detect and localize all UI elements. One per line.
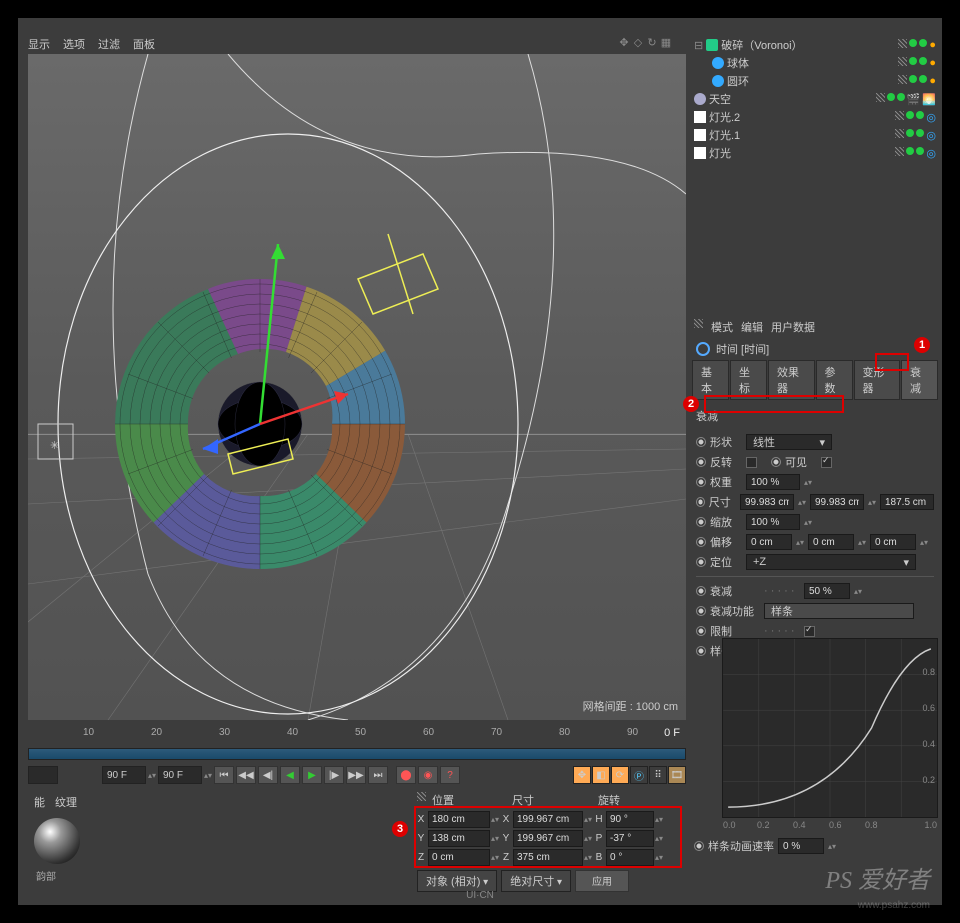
hierarchy-row[interactable]: ⊟ 破碎（Voronoi） ● [690, 36, 940, 54]
apply-button[interactable]: 应用 [575, 870, 629, 892]
orientation-dropdown[interactable]: +Z▾ [746, 554, 916, 570]
play-forward-button[interactable]: ▶ [302, 766, 322, 784]
attr-tab-userdata[interactable]: 用户数据 [771, 319, 815, 335]
grip-icon[interactable] [694, 319, 703, 328]
menu-display[interactable]: 显示 [28, 36, 50, 52]
object-hierarchy: ⊟ 破碎（Voronoi） ● 球体 ● 圆环 ● 天空 🎬🌅 灯光.2 ◎ 灯… [690, 36, 940, 176]
size-mode-dropdown[interactable]: 绝对尺寸 ▾ [501, 870, 571, 892]
timeline-track[interactable] [28, 748, 686, 760]
size-z-field[interactable] [880, 494, 934, 510]
attr-tab-edit[interactable]: 编辑 [741, 319, 763, 335]
scale-tool-icon[interactable]: ◧ [592, 766, 610, 784]
size-y-field[interactable] [810, 494, 864, 510]
visible-checkbox[interactable] [821, 457, 832, 468]
move-tool-icon[interactable]: ✥ [573, 766, 591, 784]
prev-frame-button[interactable]: ◀| [258, 766, 278, 784]
viewport-3d[interactable]: ✳ 网格间距 : 1000 cm [28, 54, 686, 720]
material-preview-sphere[interactable] [34, 818, 80, 864]
hierarchy-row[interactable]: 球体 ● [690, 54, 940, 72]
shape-dropdown[interactable]: 线性▾ [746, 434, 832, 450]
offset-z-field[interactable] [870, 534, 916, 550]
callout-badge-3: 3 [392, 821, 408, 837]
play-backward-button[interactable]: ◀ [280, 766, 300, 784]
timeline-cur-field[interactable] [158, 766, 202, 784]
rotate-tool-icon[interactable]: ⟳ [611, 766, 629, 784]
menu-panel[interactable]: 面板 [133, 36, 155, 52]
offset-y-field[interactable] [808, 534, 854, 550]
callout-badge-1: 1 [914, 337, 930, 353]
keyframe-button[interactable]: ? [440, 766, 460, 784]
grip-icon[interactable] [417, 792, 426, 801]
film-icon[interactable]: 🎞 [668, 766, 686, 784]
offset-x-field[interactable] [746, 534, 792, 550]
clamp-checkbox[interactable] [804, 626, 815, 637]
next-frame-button[interactable]: |▶ [324, 766, 344, 784]
watermark-text: PS 爱好者 [825, 860, 930, 895]
menu-filter[interactable]: 过滤 [98, 36, 120, 52]
tab-effector[interactable]: 效果器 [768, 360, 815, 400]
hierarchy-row[interactable]: 天空 🎬🌅 [690, 90, 940, 108]
watermark-logo: UI·CN [466, 890, 494, 901]
next-key-button[interactable]: ▶▶ [346, 766, 366, 784]
hierarchy-row[interactable]: 灯光.2 ◎ [690, 108, 940, 126]
attr-object-title: 时间 [时间] [716, 341, 769, 357]
callout-box-3 [414, 806, 682, 868]
size-x-field[interactable] [740, 494, 794, 510]
callout-box-1 [875, 353, 909, 371]
spline-graph[interactable]: 0.8 0.6 0.4 0.2 0.0 0.2 0.4 0.6 0.8 1.0 [722, 638, 938, 818]
current-frame-label: 0 F [664, 727, 680, 739]
prev-key-button[interactable]: ◀◀ [236, 766, 256, 784]
viewport-config-icons[interactable]: ✥◇↻▦ [618, 36, 672, 48]
record-button[interactable]: ⬤ [396, 766, 416, 784]
attr-tab-mode[interactable]: 模式 [711, 319, 733, 335]
hierarchy-row[interactable]: 圆环 ● [690, 72, 940, 90]
material-tab-texture[interactable]: 纹理 [55, 794, 77, 810]
callout-box-2 [704, 395, 844, 413]
point-level-icon[interactable]: ⠿ [649, 766, 667, 784]
param-icon[interactable]: Ⓟ [630, 766, 648, 784]
material-name: 韵部 [36, 868, 408, 883]
falloff-field[interactable] [804, 583, 850, 599]
grid-spacing-label: 网格间距 : 1000 cm [583, 698, 678, 714]
material-panel: 能 纹理 韵部 [28, 790, 408, 890]
callout-badge-2: 2 [683, 396, 699, 412]
spline-speed-field[interactable] [778, 838, 824, 854]
viewport-menu: 显示 选项 过滤 面板 [28, 36, 155, 52]
hierarchy-row[interactable]: 灯光 ◎ [690, 144, 940, 162]
coord-mode-dropdown[interactable]: 对象 (相对) ▾ [417, 870, 497, 892]
tab-coord[interactable]: 坐标 [730, 360, 767, 400]
svg-text:✳: ✳ [50, 440, 59, 452]
timeline-ruler[interactable]: 10 20 30 40 50 60 70 80 90 0 F [28, 724, 686, 748]
spline-speed-label: 样条动画速率 [708, 838, 774, 854]
scale-field[interactable] [746, 514, 800, 530]
watermark-url: www.psahz.com [858, 900, 930, 911]
transport-bar: ▴▾ ▴▾ ⏮ ◀◀ ◀| ◀ ▶ |▶ ▶▶ ⏭ ⬤ ◉ ? ✥ ◧ ⟳ Ⓟ … [28, 764, 686, 786]
autokey-button[interactable]: ◉ [418, 766, 438, 784]
timeline-start-field[interactable] [28, 766, 58, 784]
hierarchy-row[interactable]: 灯光.1 ◎ [690, 126, 940, 144]
material-tab-capability[interactable]: 能 [34, 794, 45, 810]
tab-basic[interactable]: 基本 [692, 360, 729, 400]
tab-parameter[interactable]: 参数 [816, 360, 853, 400]
goto-start-button[interactable]: ⏮ [214, 766, 234, 784]
invert-checkbox[interactable] [746, 457, 757, 468]
weight-field[interactable] [746, 474, 800, 490]
function-dropdown[interactable]: 样条 [764, 603, 914, 619]
menu-options[interactable]: 选项 [63, 36, 85, 52]
clock-icon [696, 342, 710, 356]
timeline-end-field[interactable] [102, 766, 146, 784]
goto-end-button[interactable]: ⏭ [368, 766, 388, 784]
